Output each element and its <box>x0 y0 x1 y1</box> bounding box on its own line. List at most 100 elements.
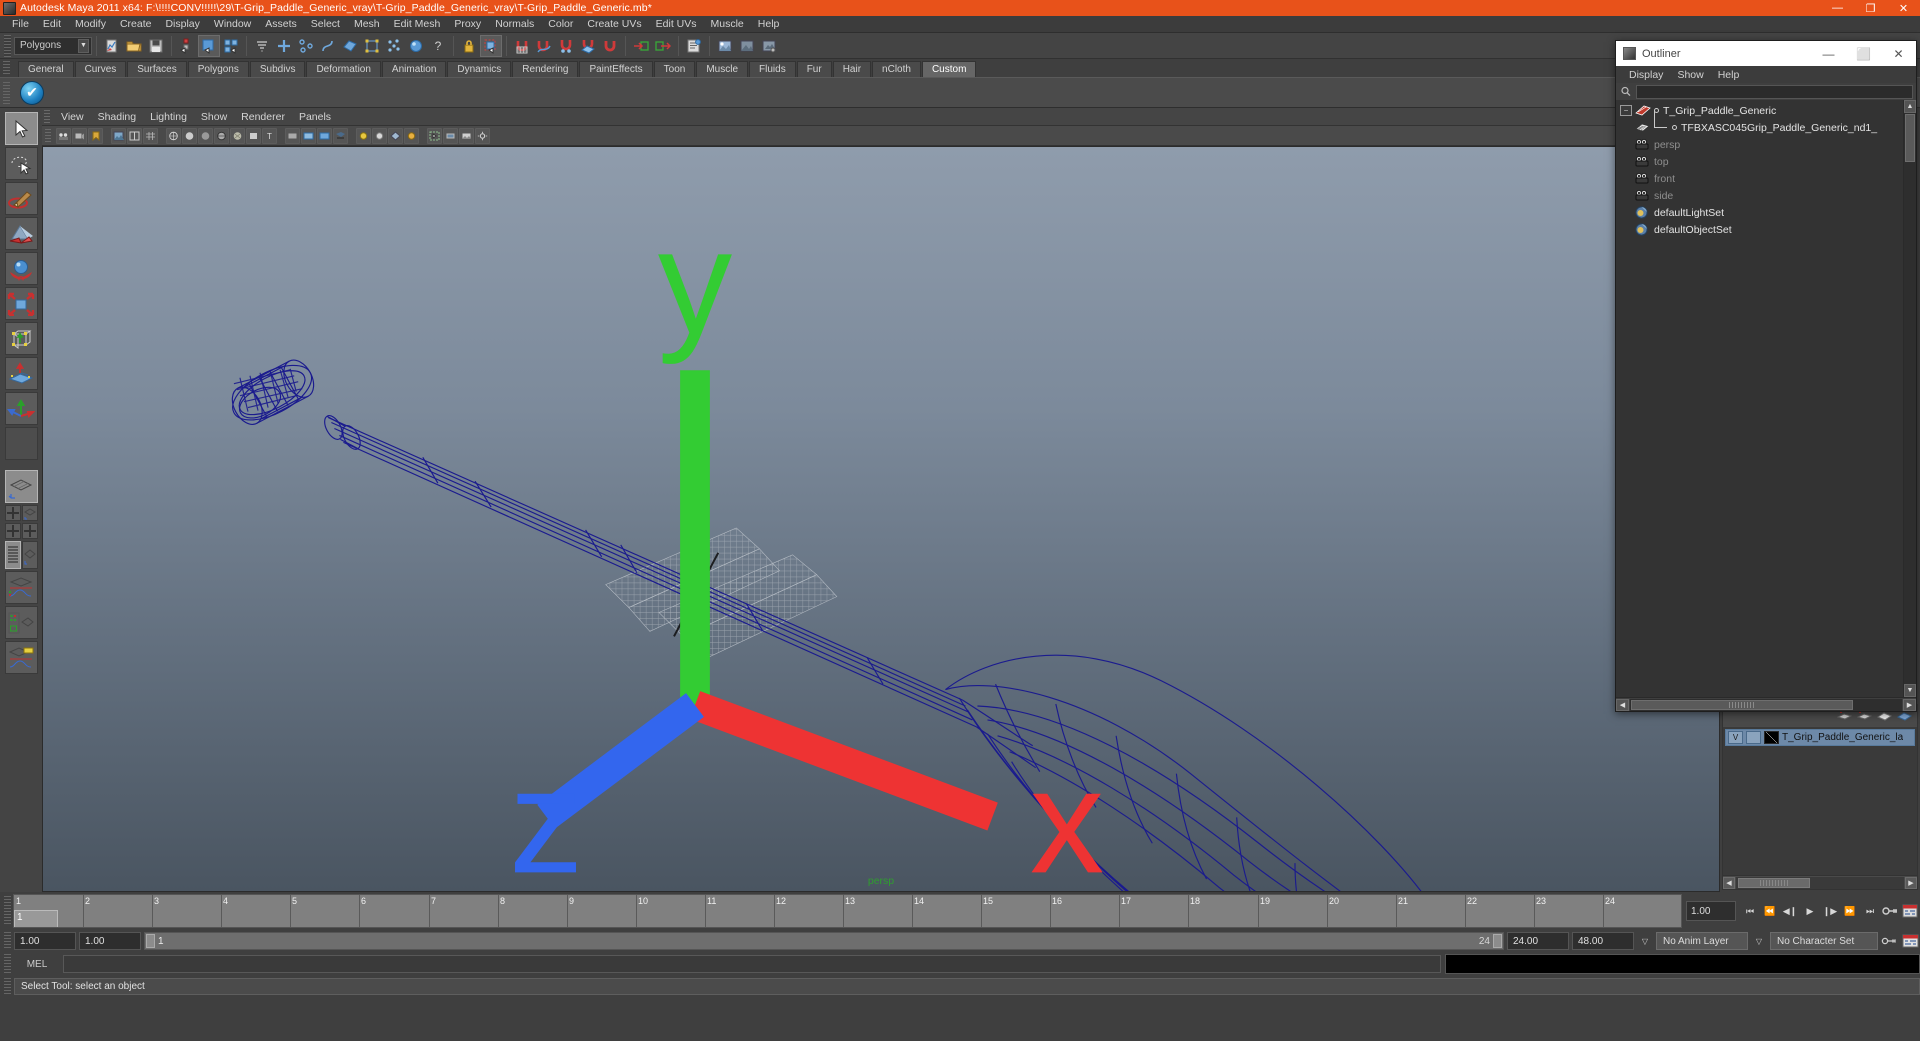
play-forwards-button[interactable]: ▶ <box>1800 900 1820 922</box>
menu-mesh[interactable]: Mesh <box>347 17 387 31</box>
range-left-handle[interactable] <box>146 934 155 948</box>
light-toggle-2-icon[interactable] <box>372 127 387 144</box>
use-all-lights-icon[interactable] <box>301 127 316 144</box>
outliner-item-side[interactable]: side <box>1616 187 1903 204</box>
range-right-handle[interactable] <box>1493 934 1502 948</box>
select-tool-button[interactable] <box>4 112 38 145</box>
viewport-menu-shading[interactable]: Shading <box>91 110 144 124</box>
shelf-tab-subdivs[interactable]: Subdivs <box>249 61 306 77</box>
scroll-thumb[interactable] <box>1631 699 1853 710</box>
menu-window[interactable]: Window <box>207 17 258 31</box>
shelf-tab-fluids[interactable]: Fluids <box>749 61 796 77</box>
wireframe-shading-icon[interactable] <box>166 127 181 144</box>
new-scene-icon[interactable] <box>101 35 123 57</box>
select-by-hierarchy-icon[interactable] <box>176 35 198 57</box>
animation-preferences-icon[interactable] <box>1900 900 1920 922</box>
surfaces-mask-icon[interactable] <box>339 35 361 57</box>
character-set-dropdown-arrow[interactable]: ▽ <box>1751 932 1767 950</box>
use-default-lighting-icon[interactable] <box>285 127 300 144</box>
shelf-tab-ncloth[interactable]: nCloth <box>872 61 921 77</box>
misc-mask-icon[interactable]: ? <box>427 35 449 57</box>
open-scene-icon[interactable] <box>123 35 145 57</box>
snap-to-plane-icon[interactable] <box>577 35 599 57</box>
light-toggle-1-icon[interactable] <box>356 127 371 144</box>
outliner-minimize-button[interactable]: — <box>1811 41 1846 66</box>
range-min-field[interactable]: 1.00 <box>79 932 141 950</box>
range-slider-bar[interactable]: 1 24 <box>144 932 1504 950</box>
search-icon[interactable] <box>1619 85 1633 98</box>
outliner-vscrollbar[interactable]: ▲ ▼ <box>1903 100 1916 697</box>
scroll-right-icon[interactable]: ▶ <box>1903 698 1916 711</box>
shelf-tab-fur[interactable]: Fur <box>796 61 832 77</box>
menu-color[interactable]: Color <box>541 17 580 31</box>
save-scene-icon[interactable] <box>145 35 167 57</box>
output-connections-icon[interactable] <box>652 35 674 57</box>
menu-display[interactable]: Display <box>158 17 206 31</box>
shelf-tab-rendering[interactable]: Rendering <box>512 61 579 77</box>
textured-icon[interactable] <box>230 127 245 144</box>
snap-to-view-plane-icon[interactable] <box>599 35 621 57</box>
two-panel-icon[interactable] <box>127 127 142 144</box>
outliner-hscrollbar[interactable]: ◀ ▶ <box>1616 697 1916 711</box>
highlight-selection-icon[interactable] <box>480 34 502 57</box>
universal-manipulator-button[interactable] <box>4 322 38 355</box>
outliner-item-tfbxasc045grip-paddle-generic-nd1[interactable]: TFBXASC045Grip_Paddle_Generic_nd1_ <box>1616 110 1903 136</box>
shelf-tab-muscle[interactable]: Muscle <box>696 61 749 77</box>
shelf-tab-polygons[interactable]: Polygons <box>187 61 249 77</box>
shelf-tab-surfaces[interactable]: Surfaces <box>127 61 187 77</box>
shelf-grip[interactable] <box>3 61 10 75</box>
outliner-menu-show[interactable]: Show <box>1670 68 1710 82</box>
menu-normals[interactable]: Normals <box>488 17 541 31</box>
statusline-grip[interactable] <box>4 34 11 57</box>
render-settings-icon[interactable] <box>758 35 780 57</box>
shelf-tab-animation[interactable]: Animation <box>381 61 447 77</box>
play-backwards-button[interactable]: ◀❙ <box>1780 900 1800 922</box>
snap-to-point-icon[interactable] <box>555 35 577 57</box>
outliner-item-defaultobjectset[interactable]: defaultObjectSet <box>1616 221 1903 238</box>
menu-file[interactable]: File <box>5 17 36 31</box>
scroll-thumb[interactable] <box>1738 877 1810 888</box>
outliner-close-button[interactable]: ✕ <box>1881 41 1916 66</box>
shelf-tab-custom[interactable]: Custom <box>921 61 977 77</box>
playback-end-field[interactable]: 24.00 <box>1507 932 1569 950</box>
go-to-end-button[interactable]: ⏭ <box>1860 900 1880 922</box>
outliner-item-front[interactable]: front <box>1616 170 1903 187</box>
tool-blank-slot[interactable] <box>4 427 38 460</box>
select-camera-icon[interactable] <box>56 127 71 144</box>
minimize-button[interactable]: — <box>1821 0 1854 16</box>
shelf-body-grip[interactable] <box>3 82 10 104</box>
key-icon[interactable] <box>1881 932 1897 950</box>
rendering-mask-icon[interactable] <box>405 35 427 57</box>
viewport-menu-grip[interactable] <box>44 110 50 124</box>
character-set-select[interactable]: No Character Set <box>1770 932 1878 950</box>
flat-shade-icon[interactable] <box>246 127 261 144</box>
scroll-left-icon[interactable]: ◀ <box>1723 876 1735 889</box>
component-mask-menu-icon[interactable] <box>251 35 273 57</box>
persp-render-view-layout-button[interactable] <box>4 606 38 639</box>
step-back-frame-button[interactable]: ⏪ <box>1760 900 1780 922</box>
menu-modify[interactable]: Modify <box>68 17 113 31</box>
menu-create[interactable]: Create <box>113 17 159 31</box>
time-slider-track[interactable]: 1 1 2 3 4 5 6 7 8 9 10 11 12 13 14 15 16 17 18 19 20 21 22 23 2… <box>13 894 1682 928</box>
isolate-select-icon[interactable] <box>427 127 442 144</box>
go-to-start-button[interactable]: ⏮ <box>1740 900 1760 922</box>
command-input[interactable] <box>63 955 1441 973</box>
auto-key-icon[interactable] <box>1880 900 1900 922</box>
soft-modification-tool-button[interactable] <box>4 357 38 390</box>
menu-proxy[interactable]: Proxy <box>447 17 488 31</box>
shelf-tab-hair[interactable]: Hair <box>832 61 872 77</box>
script-language-label[interactable]: MEL <box>15 959 59 970</box>
outliner-item-persp[interactable]: persp <box>1616 136 1903 153</box>
close-button[interactable]: ✕ <box>1887 0 1920 16</box>
perspective-viewport[interactable]: y x z persp <box>42 146 1720 892</box>
snap-to-grid-icon[interactable] <box>511 35 533 57</box>
layer-visibility-toggle[interactable]: V <box>1728 731 1743 744</box>
render-current-frame-icon[interactable] <box>714 35 736 57</box>
menu-create-uvs[interactable]: Create UVs <box>580 17 648 31</box>
maximize-button[interactable]: ❐ <box>1854 0 1887 16</box>
command-line-grip[interactable] <box>4 954 11 974</box>
lock-selection-icon[interactable] <box>458 35 480 57</box>
single-perspective-layout-button[interactable] <box>4 470 38 503</box>
outliner-panel-layout-button[interactable] <box>4 541 21 569</box>
outliner-menu-display[interactable]: Display <box>1622 68 1670 82</box>
